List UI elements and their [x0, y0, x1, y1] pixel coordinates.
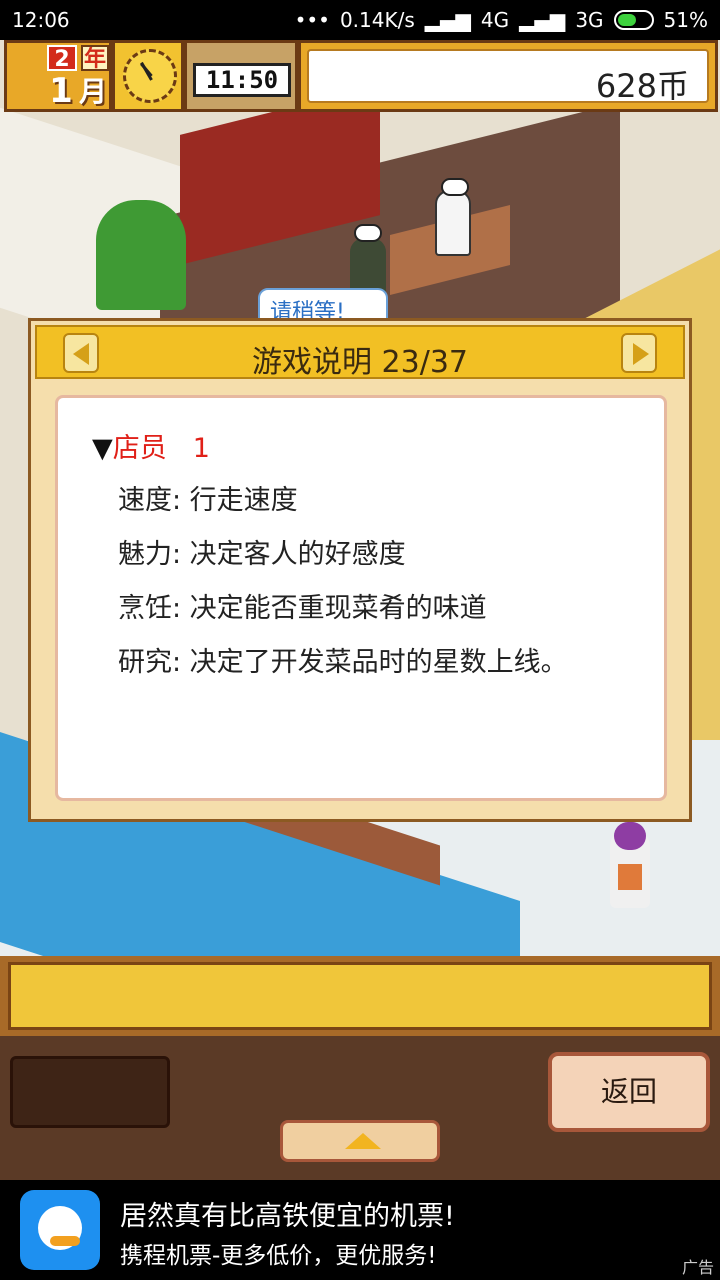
- arrow-up-icon: [345, 1133, 381, 1149]
- heading-number: 1: [192, 433, 210, 464]
- year-number: 2: [47, 45, 77, 72]
- message-bar: [0, 956, 720, 1036]
- month-label: 月: [79, 75, 108, 108]
- heading-text: 店员: [112, 433, 167, 464]
- dolphin-logo-icon: [20, 1190, 100, 1270]
- net-speed: 0.14K/s: [339, 8, 415, 32]
- description-row: 速度: 行走速度: [118, 485, 298, 516]
- ad-subtitle: 携程机票-更多低价，更优服务!: [120, 1243, 437, 1269]
- next-page-button[interactable]: [621, 333, 657, 373]
- chef-character-2[interactable]: [435, 178, 471, 256]
- ad-tag: 广告: [681, 1258, 714, 1277]
- net-3g: 3G: [575, 8, 604, 32]
- status-time: 12:06: [12, 8, 70, 32]
- help-dialog: 游戏说明 23/37 ▼店员 1 速度: 行走速度 魅力: 决定客人的好感度 烹饪…: [28, 318, 692, 822]
- collapse-triangle-icon: ▼: [92, 433, 113, 464]
- money-panel: 628币: [298, 40, 718, 112]
- battery-level: 51%: [663, 8, 708, 32]
- status-bar: 12:06 ••• 0.14K/s ▂▄▆ 4G ▂▄▆ 3G 51%: [0, 0, 720, 40]
- money-field: 628币: [307, 49, 709, 105]
- clock-panel: [112, 40, 184, 112]
- month-number: 1: [49, 71, 73, 111]
- description-row: 魅力: 决定客人的好感度: [118, 539, 406, 570]
- ad-banner[interactable]: 居然真有比高铁便宜的机票! 携程机票-更多低价，更优服务! 广告: [0, 1180, 720, 1280]
- ad-title: 居然真有比高铁便宜的机票!: [120, 1201, 455, 1232]
- battery-icon: [613, 10, 654, 30]
- net-4g: 4G: [480, 8, 510, 32]
- message-box: [8, 962, 712, 1030]
- description-row: 研究: 决定了开发菜品时的星数上线。: [118, 647, 568, 678]
- chef-hat-icon: [354, 224, 382, 242]
- dialog-title-bar: 游戏说明 23/37: [35, 325, 685, 380]
- dialog-body: ▼店员 1 速度: 行走速度 魅力: 决定客人的好感度 烹饪: 决定能否重现菜肴的…: [55, 395, 667, 801]
- status-indicators: ••• 0.14K/s ▂▄▆ 4G ▂▄▆ 3G 51%: [295, 8, 708, 32]
- chef-hat-icon-2: [441, 178, 469, 196]
- signal-icon: ▂▄▆: [424, 8, 471, 32]
- menu-slot[interactable]: [10, 1056, 170, 1128]
- section-heading: ▼店员 1: [92, 426, 210, 465]
- date-panel: 2 年 1 月: [4, 40, 112, 112]
- dialog-title: 游戏说明 23/37: [252, 345, 468, 380]
- customer-character[interactable]: [610, 822, 650, 908]
- bottom-control-panel: 返回: [0, 1036, 720, 1182]
- expand-menu-button[interactable]: [280, 1120, 440, 1162]
- arrow-right-icon: [633, 343, 649, 365]
- money-value: 628币: [595, 67, 689, 105]
- clock-icon: [123, 49, 177, 103]
- year-label: 年: [81, 45, 109, 72]
- description-row: 烹饪: 决定能否重现菜肴的味道: [118, 593, 487, 624]
- bamboo-plant: [96, 200, 186, 310]
- signal-icon-2: ▂▄▆: [519, 8, 566, 32]
- time-panel: 11:50: [184, 40, 298, 112]
- back-button[interactable]: 返回: [548, 1052, 710, 1132]
- status-dots: •••: [294, 8, 330, 32]
- game-time: 11:50: [193, 63, 291, 97]
